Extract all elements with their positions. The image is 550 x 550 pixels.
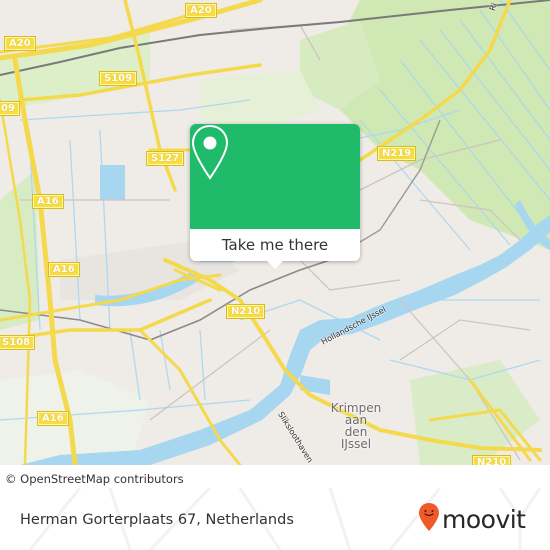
- location-popup: Take me there: [190, 124, 360, 269]
- road-label-s109: S109: [98, 71, 138, 86]
- road-label-a20: A20: [185, 3, 217, 18]
- place-label-krimpen-aan-den-ijssel: Krimpen aan den IJssel: [326, 402, 386, 450]
- take-me-there-button[interactable]: Take me there: [190, 229, 360, 261]
- road-label-a20: A20: [4, 36, 36, 51]
- road-label-s108: S108: [0, 335, 36, 350]
- road-label-s127: S127: [145, 151, 185, 166]
- road-label-a16: A16: [48, 262, 80, 277]
- map[interactable]: A20 A20 S109 09 S127 A16 A16 A16 S108 N2…: [0, 0, 550, 465]
- moovit-logo[interactable]: moovit: [418, 502, 526, 536]
- moovit-wordmark: moovit: [442, 504, 526, 534]
- place-label-line: IJssel: [340, 437, 372, 451]
- moovit-smiley-pin-icon: [418, 502, 440, 536]
- road-label-a16: A16: [32, 194, 64, 209]
- road-label-n210: N210: [225, 304, 266, 319]
- popup-header: [190, 124, 360, 229]
- road-label-a16: A16: [37, 411, 69, 426]
- road-label-s109-edge: 09: [0, 101, 20, 116]
- popup-pointer: [266, 260, 284, 269]
- address-text: Herman Gorterplaats 67, Netherlands: [20, 512, 294, 528]
- road-label-n219: N219: [376, 146, 417, 161]
- road-label-n210: N210: [471, 455, 512, 465]
